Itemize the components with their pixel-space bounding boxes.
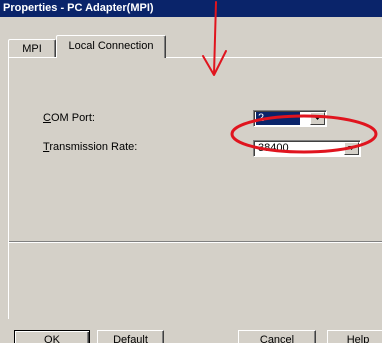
default-button-label: efault — [121, 334, 148, 343]
title-bar[interactable]: Properties - PC Adapter(MPI) — [0, 0, 382, 17]
transmission-rate-label-text: ransmission Rate: — [49, 141, 138, 153]
button-separator — [9, 241, 382, 243]
transmission-rate-value: 38400 — [258, 142, 289, 154]
cancel-button[interactable]: Cancel — [238, 330, 316, 343]
help-button-label: Help — [346, 334, 370, 343]
chevron-down-icon — [348, 146, 355, 150]
tab-mpi[interactable]: MPI — [8, 39, 56, 58]
transmission-rate-label: Transmission Rate: — [43, 141, 137, 153]
com-port-label-text: OM Port: — [50, 112, 95, 124]
default-button-accelerator: D — [113, 334, 122, 343]
ok-button-label: OK — [44, 334, 60, 343]
default-button[interactable]: Default — [97, 330, 164, 343]
tab-mpi-label: MPI — [22, 43, 42, 55]
transmission-rate-select[interactable]: 38400 — [253, 140, 361, 157]
dialog-client-area: MPI Local Connection COM Port: 2 Transmi… — [0, 17, 382, 343]
com-port-dropdown-button[interactable] — [310, 112, 325, 125]
com-port-value: 2 — [256, 112, 300, 125]
com-port-label: COM Port: — [43, 112, 95, 124]
help-button[interactable]: Help — [327, 330, 382, 343]
ok-button[interactable]: OK — [14, 330, 90, 343]
com-port-accelerator: C — [43, 112, 51, 124]
cancel-button-label: Cancel — [259, 334, 295, 343]
properties-dialog: Properties - PC Adapter(MPI) MPI Local C… — [0, 0, 382, 343]
chevron-down-icon — [314, 116, 321, 120]
com-port-select[interactable]: 2 — [253, 110, 327, 127]
window-title: Properties - PC Adapter(MPI) — [3, 2, 154, 14]
transmission-rate-dropdown-button[interactable] — [344, 142, 359, 155]
tab-panel — [8, 57, 382, 319]
tab-local-connection[interactable]: Local Connection — [56, 35, 166, 58]
tab-local-connection-label: Local Connection — [68, 40, 154, 52]
